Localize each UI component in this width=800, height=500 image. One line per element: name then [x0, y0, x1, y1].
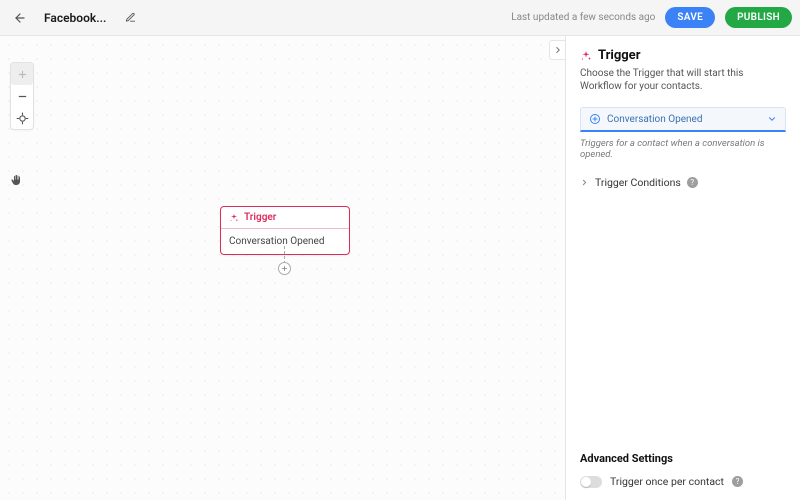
- pencil-icon: [125, 12, 136, 23]
- trigger-node-header: Trigger: [221, 207, 349, 229]
- publish-button[interactable]: PUBLISH: [725, 7, 792, 28]
- trigger-conditions-toggle[interactable]: Trigger Conditions ?: [580, 176, 786, 189]
- workflow-canvas[interactable]: Trigger Conversation Opened: [0, 36, 565, 500]
- trigger-node-title: Trigger: [244, 212, 276, 223]
- zoom-toolbar: [10, 62, 34, 130]
- trigger-conditions-label: Trigger Conditions: [595, 176, 681, 189]
- arrow-left-icon: [13, 11, 27, 25]
- fit-view-button[interactable]: [11, 107, 33, 129]
- trigger-node[interactable]: Trigger Conversation Opened: [220, 206, 350, 255]
- sparkle-icon: [229, 213, 239, 223]
- panel-title: Trigger: [598, 48, 640, 63]
- collapse-panel-button[interactable]: [549, 40, 565, 60]
- advanced-settings-title: Advanced Settings: [580, 452, 786, 465]
- trigger-select[interactable]: Conversation Opened: [580, 107, 786, 132]
- workflow-title: Facebook...: [44, 11, 106, 25]
- trigger-select-value: Conversation Opened: [607, 114, 702, 125]
- edit-title-button[interactable]: [120, 8, 140, 28]
- app-body: Trigger Conversation Opened Trigger Choo…: [0, 36, 800, 500]
- trigger-once-row: Trigger once per contact ?: [580, 475, 786, 488]
- header-left: Facebook...: [8, 6, 511, 30]
- chevron-right-icon: [553, 45, 563, 55]
- header-right: Last updated a few seconds ago SAVE PUBL…: [511, 7, 792, 28]
- trigger-node-subtitle: Conversation Opened: [221, 229, 349, 254]
- crosshair-icon: [16, 112, 29, 125]
- plus-icon: [281, 265, 288, 272]
- trigger-once-label: Trigger once per contact: [610, 475, 724, 488]
- sparkle-icon: [580, 50, 592, 62]
- back-button[interactable]: [8, 6, 32, 30]
- last-updated-text: Last updated a few seconds ago: [511, 12, 655, 23]
- help-icon[interactable]: ?: [732, 476, 743, 487]
- trigger-once-toggle[interactable]: [580, 476, 602, 488]
- side-panel: Trigger Choose the Trigger that will sta…: [565, 36, 800, 500]
- hand-icon: [10, 174, 22, 186]
- pan-button[interactable]: [10, 174, 22, 186]
- zoom-out-button[interactable]: [11, 85, 33, 107]
- pan-tool-wrap: [10, 174, 22, 186]
- zoom-in-button[interactable]: [11, 63, 33, 85]
- plus-icon: [17, 69, 28, 80]
- trigger-select-hint: Triggers for a contact when a conversati…: [580, 138, 786, 160]
- plus-circle-icon: [589, 113, 601, 125]
- panel-description: Choose the Trigger that will start this …: [580, 67, 786, 93]
- chevron-down-icon: [767, 114, 777, 124]
- minus-icon: [17, 91, 28, 102]
- panel-title-row: Trigger: [580, 48, 786, 63]
- app-header: Facebook... Last updated a few seconds a…: [0, 0, 800, 36]
- chevron-right-icon: [580, 178, 589, 187]
- help-icon[interactable]: ?: [687, 177, 698, 188]
- save-button[interactable]: SAVE: [665, 7, 715, 28]
- add-step-button[interactable]: [278, 262, 291, 275]
